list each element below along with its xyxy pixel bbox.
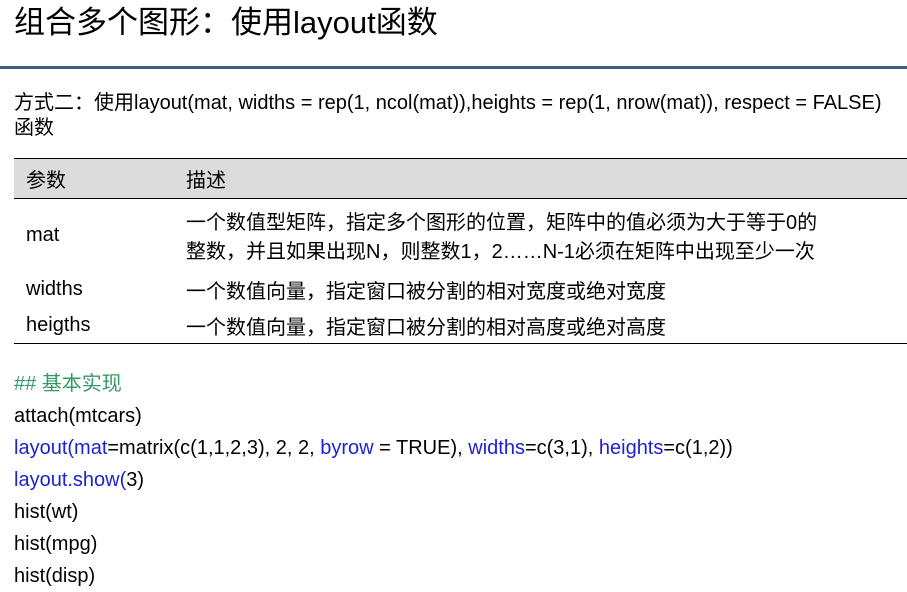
param-name: heigths <box>26 313 91 336</box>
title-divider <box>0 66 907 69</box>
table-row: widths 一个数值向量，指定窗口被分割的相对宽度或绝对宽度 <box>14 271 907 307</box>
code-argument: widths <box>468 437 525 459</box>
code-argument: mat <box>74 437 108 459</box>
code-line: attach(mtcars) <box>14 405 142 427</box>
code-block: ## 基本实现 attach(mtcars) layout(mat=matrix… <box>14 368 733 592</box>
code-argument: byrow <box>320 437 374 459</box>
table-row: heigths 一个数值向量，指定窗口被分割的相对高度或绝对高度 <box>14 307 907 343</box>
header-description: 描述 <box>186 170 226 192</box>
code-line: layout.show(3) <box>14 464 733 496</box>
param-description: 一个数值向量，指定窗口被分割的相对高度或绝对高度 <box>186 316 666 339</box>
parameter-table: 参数 描述 mat 一个数值型矩阵，指定多个图形的位置，矩阵中的值必须为大于等于… <box>14 158 907 344</box>
code-line: hist(mpg) <box>14 533 98 555</box>
code-function: layout.show( <box>14 469 127 491</box>
code-text: =matrix(c(1,1,2,3), 2, 2, <box>107 437 321 459</box>
param-name: widths <box>26 277 83 300</box>
param-description: 一个数值向量，指定窗口被分割的相对宽度或绝对宽度 <box>186 280 666 303</box>
layout-signature: 方式二：使用layout(mat, widths = rep(1, ncol(m… <box>14 92 882 139</box>
code-text: = TRUE), <box>373 437 469 459</box>
table-header: 参数 描述 <box>14 159 907 199</box>
header-param: 参数 <box>26 170 66 192</box>
code-line: hist(disp) <box>14 565 96 587</box>
code-text: 3) <box>126 469 145 491</box>
page-title: 组合多个图形：使用layout函数 <box>14 5 438 40</box>
description-line: 整数，并且如果出现N，则整数1，2……N-1必须在矩阵中出现至少一次 <box>186 241 815 263</box>
code-text: =c(1,2)) <box>663 437 733 459</box>
description-line: 一个数值型矩阵，指定多个图形的位置，矩阵中的值必须为大于等于0的 <box>186 212 818 234</box>
code-text: =c(3,1), <box>524 437 599 459</box>
param-name: mat <box>26 223 60 246</box>
code-line: layout(mat=matrix(c(1,1,2,3), 2, 2, byro… <box>14 432 733 464</box>
code-line: hist(wt) <box>14 501 79 523</box>
code-comment: ## 基本实现 <box>14 373 122 395</box>
code-function: layout( <box>14 437 75 459</box>
param-description: 一个数值型矩阵，指定多个图形的位置，矩阵中的值必须为大于等于0的 整数，并且如果… <box>186 203 907 267</box>
code-argument: heights <box>598 437 664 459</box>
table-row: mat 一个数值型矩阵，指定多个图形的位置，矩阵中的值必须为大于等于0的 整数，… <box>14 199 907 271</box>
